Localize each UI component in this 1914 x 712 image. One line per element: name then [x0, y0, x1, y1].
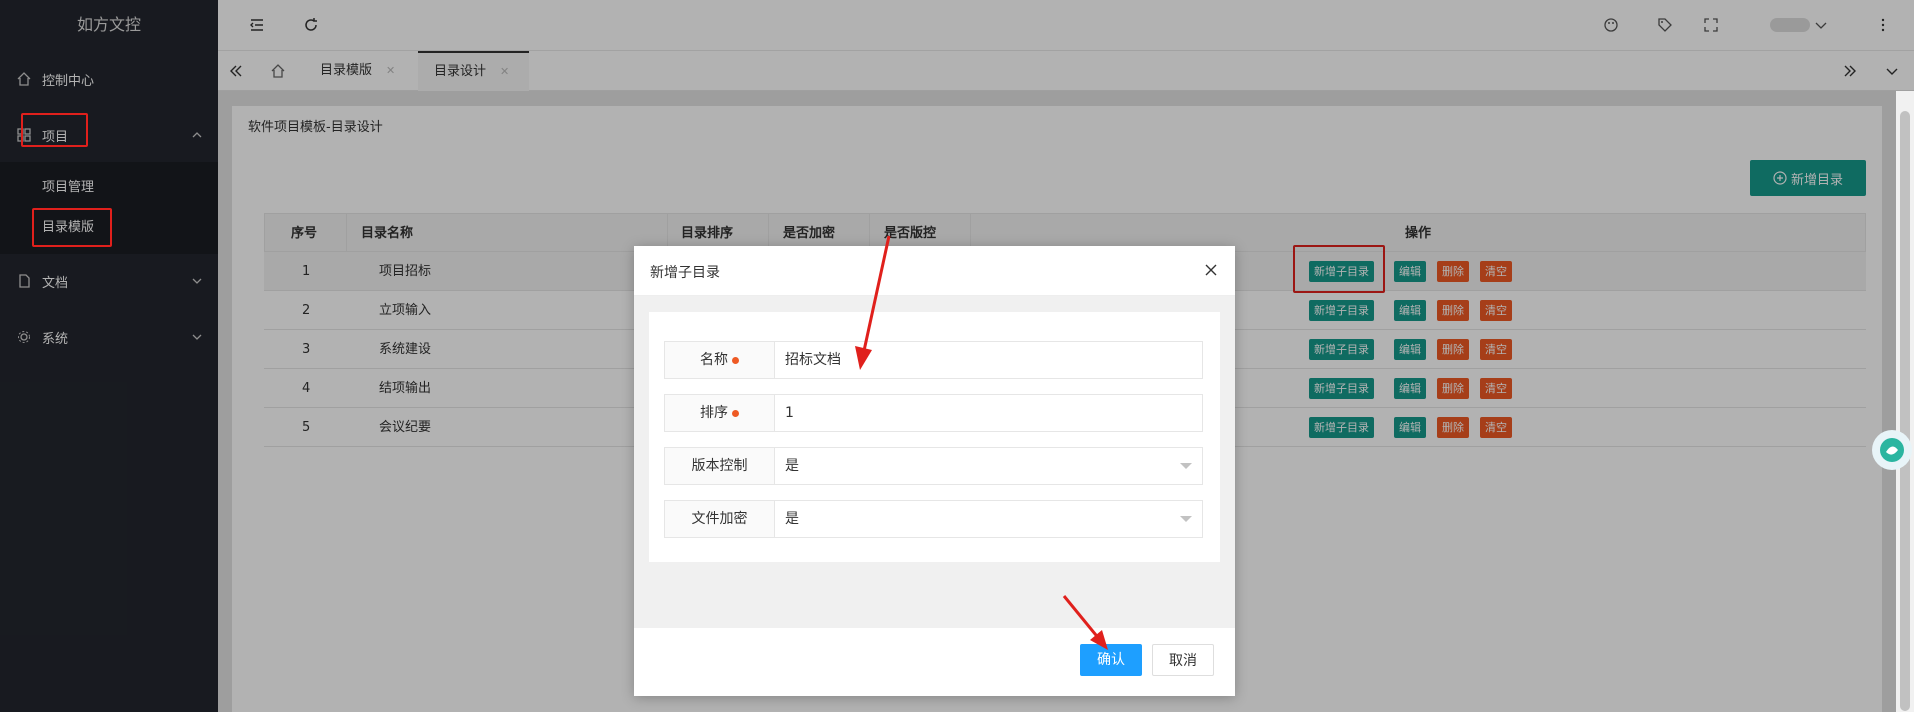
field-label: 名称: [665, 342, 775, 378]
field-label: 文件加密: [665, 501, 775, 537]
field-label: 版本控制: [665, 448, 775, 484]
confirm-button[interactable]: 确认: [1080, 644, 1142, 676]
required-dot-icon: [732, 356, 739, 364]
name-field[interactable]: 名称 招标文档: [664, 341, 1203, 379]
required-dot-icon: [732, 409, 739, 417]
add-subcatalog-dialog: 新增子目录 名称 招标文档 排序 1 版本控制 是 文件加密 是 确认 取消: [634, 246, 1235, 696]
annotation-box: [21, 113, 88, 147]
dialog-title: 新增子目录: [650, 265, 720, 281]
field-label: 排序: [665, 395, 775, 431]
version-control-select[interactable]: 版本控制 是: [664, 447, 1203, 485]
file-encryption-value[interactable]: 是: [785, 501, 799, 537]
dialog-footer: 确认 取消: [634, 628, 1235, 696]
name-input[interactable]: 招标文档: [785, 342, 841, 378]
assistant-logo-icon: [1880, 438, 1904, 462]
sort-input[interactable]: 1: [785, 395, 794, 431]
dialog-body: 名称 招标文档 排序 1 版本控制 是 文件加密 是: [634, 296, 1235, 628]
file-encryption-select[interactable]: 文件加密 是: [664, 500, 1203, 538]
version-control-value[interactable]: 是: [785, 448, 799, 484]
dropdown-arrow-icon[interactable]: [1180, 463, 1192, 469]
sort-field[interactable]: 排序 1: [664, 394, 1203, 432]
dialog-header: 新增子目录: [634, 246, 1235, 296]
dropdown-arrow-icon[interactable]: [1180, 516, 1192, 522]
assistant-float-icon[interactable]: [1872, 430, 1912, 470]
scroll-thumb[interactable]: [1900, 111, 1910, 711]
cancel-button[interactable]: 取消: [1152, 644, 1214, 676]
close-icon[interactable]: [1203, 262, 1219, 278]
page-scrollbar[interactable]: [1896, 91, 1914, 712]
annotation-box: [32, 208, 112, 247]
form-panel: 名称 招标文档 排序 1 版本控制 是 文件加密 是: [649, 312, 1220, 562]
